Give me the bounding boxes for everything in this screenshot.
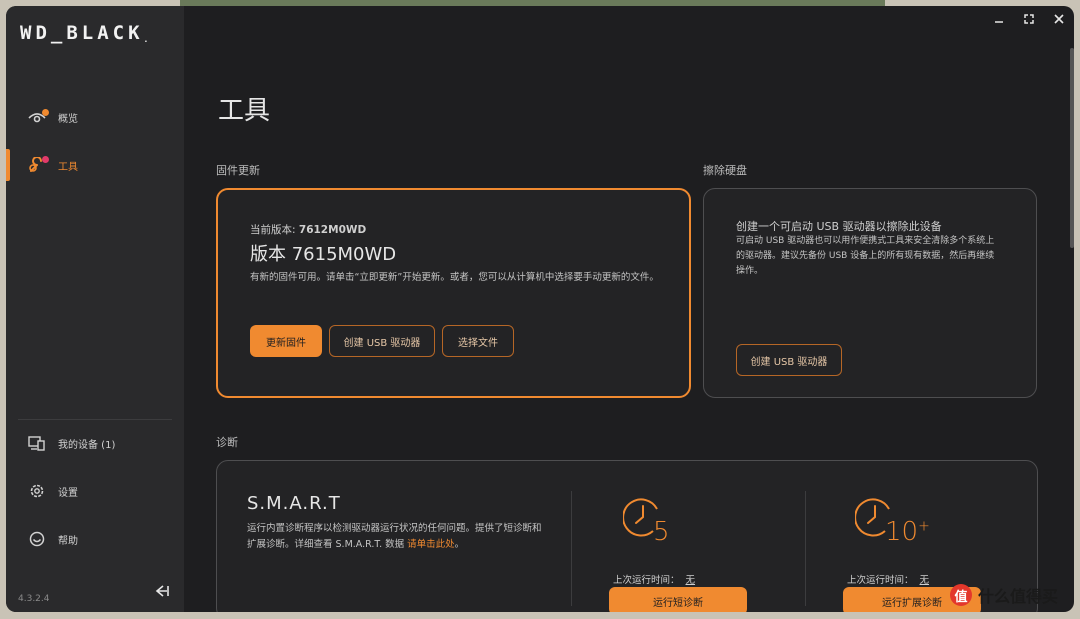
current-version: 当前版本: 7612M0WD <box>250 224 367 236</box>
scrollbar-thumb[interactable] <box>1070 48 1074 248</box>
smart-description: 运行内置诊断程序以检测驱动器运行状况的任何问题。提供了短诊断和扩展诊断。详细查看… <box>247 523 542 550</box>
sidebar-item-help[interactable]: 帮助 <box>6 522 184 556</box>
smart-title: S.M.A.R.T <box>247 493 341 514</box>
watermark-text: 什么值得买 <box>978 587 1059 606</box>
sidebar-item-label: 概览 <box>58 114 78 125</box>
watermark: 值 什么值得买 <box>950 583 1058 607</box>
watermark-logo: 值 <box>950 584 972 606</box>
collapse-sidebar-icon[interactable] <box>154 584 170 598</box>
sidebar-item-label: 帮助 <box>58 536 78 547</box>
short-last-run: 上次运行时间：无 <box>613 575 696 586</box>
diagnostics-section-label: 诊断 <box>216 436 238 449</box>
column-divider <box>571 491 572 606</box>
erase-create-usb-button[interactable]: 创建 USB 驱动器 <box>736 344 842 376</box>
sidebar-item-label: 工具 <box>58 162 78 173</box>
sidebar-divider <box>18 419 172 420</box>
smart-details-link[interactable]: 请单击此处 <box>407 539 455 550</box>
update-firmware-button[interactable]: 更新固件 <box>250 325 322 357</box>
sidebar-item-tools[interactable]: 工具 <box>6 148 184 182</box>
notification-dot <box>42 109 49 116</box>
erase-description: 可启动 USB 驱动器也可以用作便携式工具来安全清除多个系统上的驱动器。建议先备… <box>736 236 995 276</box>
firmware-card: 当前版本: 7612M0WD 版本 7615M0WD 有新的固件可用。请单击“立… <box>216 188 691 398</box>
sidebar: WD_BLACK. 概览 工具 我的设备 (1) 设置 帮助 4.3.2.4 <box>6 6 184 612</box>
notification-dot <box>42 156 49 163</box>
extended-diag-minutes: 10+ <box>885 517 930 547</box>
sidebar-item-settings[interactable]: 设置 <box>6 474 184 508</box>
help-icon <box>29 531 45 547</box>
create-usb-button[interactable]: 创建 USB 驱动器 <box>329 325 435 357</box>
short-diag-minutes: 5 <box>653 517 670 547</box>
maximize-icon[interactable] <box>1022 12 1036 26</box>
erase-heading: 创建一个可启动 USB 驱动器以擦除此设备 <box>736 220 942 233</box>
firmware-description: 有新的固件可用。请单击“立即更新”开始更新。或者，您可以从计算机中选择要手动更新… <box>250 272 659 283</box>
diagnostics-card: S.M.A.R.T 运行内置诊断程序以检测驱动器运行状况的任何问题。提供了短诊断… <box>216 460 1038 612</box>
app-version: 4.3.2.4 <box>18 594 50 604</box>
devices-icon <box>28 436 45 451</box>
app-logo: WD_BLACK. <box>20 22 153 44</box>
sidebar-item-overview[interactable]: 概览 <box>6 100 184 134</box>
new-version: 版本 7615M0WD <box>250 244 397 265</box>
extended-last-run: 上次运行时间：无 <box>847 575 930 586</box>
run-short-diagnostic-button[interactable]: 运行短诊断 <box>609 587 747 612</box>
page-title: 工具 <box>218 96 271 126</box>
choose-file-button[interactable]: 选择文件 <box>442 325 514 357</box>
sidebar-item-label: 设置 <box>58 488 78 499</box>
column-divider <box>805 491 806 606</box>
sidebar-item-label: 我的设备 (1) <box>58 440 116 451</box>
firmware-section-label: 固件更新 <box>216 164 260 177</box>
minimize-icon[interactable] <box>992 12 1006 26</box>
app-window: WD_BLACK. 概览 工具 我的设备 (1) 设置 帮助 4.3.2.4 工… <box>6 6 1074 612</box>
gear-icon <box>30 484 44 498</box>
erase-section-label: 擦除硬盘 <box>703 164 747 177</box>
sidebar-item-my-devices[interactable]: 我的设备 (1) <box>6 426 184 460</box>
erase-card: 创建一个可启动 USB 驱动器以擦除此设备 可启动 USB 驱动器也可以用作便携… <box>703 188 1037 398</box>
close-icon[interactable] <box>1052 12 1066 26</box>
